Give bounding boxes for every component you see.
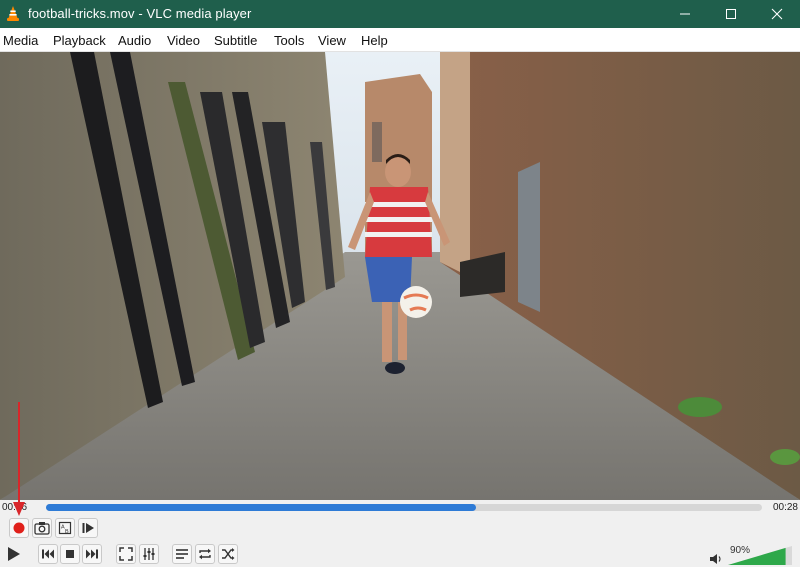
- fullscreen-icon: [119, 547, 133, 561]
- volume-level-fill: [728, 547, 786, 565]
- frame-step-icon: [82, 523, 94, 533]
- menu-tools[interactable]: Tools: [274, 33, 304, 48]
- video-frame[interactable]: [0, 52, 800, 500]
- minimize-icon: [680, 13, 690, 15]
- previous-button[interactable]: [38, 544, 58, 564]
- shuffle-button[interactable]: [218, 544, 238, 564]
- vlc-cone-icon: [7, 6, 19, 21]
- record-icon: [13, 522, 25, 534]
- play-icon: [8, 547, 20, 561]
- camera-icon: [34, 522, 50, 535]
- ab-loop-icon: AB: [58, 521, 72, 535]
- maximize-icon: [726, 9, 736, 19]
- menu-view[interactable]: View: [318, 33, 346, 48]
- svg-text:B: B: [65, 529, 69, 535]
- total-time: 00:28: [772, 502, 798, 513]
- loop-icon: [199, 548, 211, 560]
- equalizer-icon: [143, 548, 155, 560]
- extended-settings-button[interactable]: [139, 544, 159, 564]
- elapsed-time: 00:16: [2, 502, 28, 513]
- menu-bar: Media Playback Audio Video Subtitle Tool…: [0, 28, 800, 52]
- minimize-button[interactable]: [662, 0, 708, 28]
- menu-playback[interactable]: Playback: [53, 33, 106, 48]
- stop-button[interactable]: [60, 544, 80, 564]
- main-controls: 90%: [0, 540, 800, 567]
- menu-subtitle[interactable]: Subtitle: [214, 33, 257, 48]
- menu-video[interactable]: Video: [167, 33, 200, 48]
- playlist-icon: [176, 549, 188, 559]
- play-button[interactable]: [2, 543, 24, 565]
- close-icon: [771, 8, 783, 20]
- menu-media[interactable]: Media: [3, 33, 38, 48]
- seek-progress-fill: [46, 504, 476, 511]
- snapshot-button[interactable]: [32, 518, 52, 538]
- window-title: football-tricks.mov - VLC media player: [28, 6, 252, 21]
- menu-help[interactable]: Help: [361, 33, 388, 48]
- playlist-button[interactable]: [172, 544, 192, 564]
- record-button[interactable]: [9, 518, 29, 538]
- seek-slider[interactable]: [46, 504, 762, 511]
- loop-button[interactable]: [195, 544, 215, 564]
- next-button[interactable]: [82, 544, 102, 564]
- speaker-icon[interactable]: [709, 553, 723, 565]
- fullscreen-button[interactable]: [116, 544, 136, 564]
- ab-loop-button[interactable]: AB: [55, 518, 75, 538]
- volume-slider[interactable]: [728, 546, 792, 565]
- skip-next-icon: [86, 549, 98, 559]
- close-button[interactable]: [754, 0, 800, 28]
- title-bar: football-tricks.mov - VLC media player: [0, 0, 800, 28]
- seek-bar-row: 00:16 00:28: [0, 500, 800, 516]
- maximize-button[interactable]: [708, 0, 754, 28]
- skip-previous-icon: [42, 549, 54, 559]
- video-scene: [0, 52, 800, 500]
- frame-step-button[interactable]: [78, 518, 98, 538]
- shuffle-icon: [222, 548, 235, 560]
- stop-icon: [66, 550, 74, 558]
- advanced-controls: AB: [0, 516, 800, 540]
- menu-audio[interactable]: Audio: [118, 33, 151, 48]
